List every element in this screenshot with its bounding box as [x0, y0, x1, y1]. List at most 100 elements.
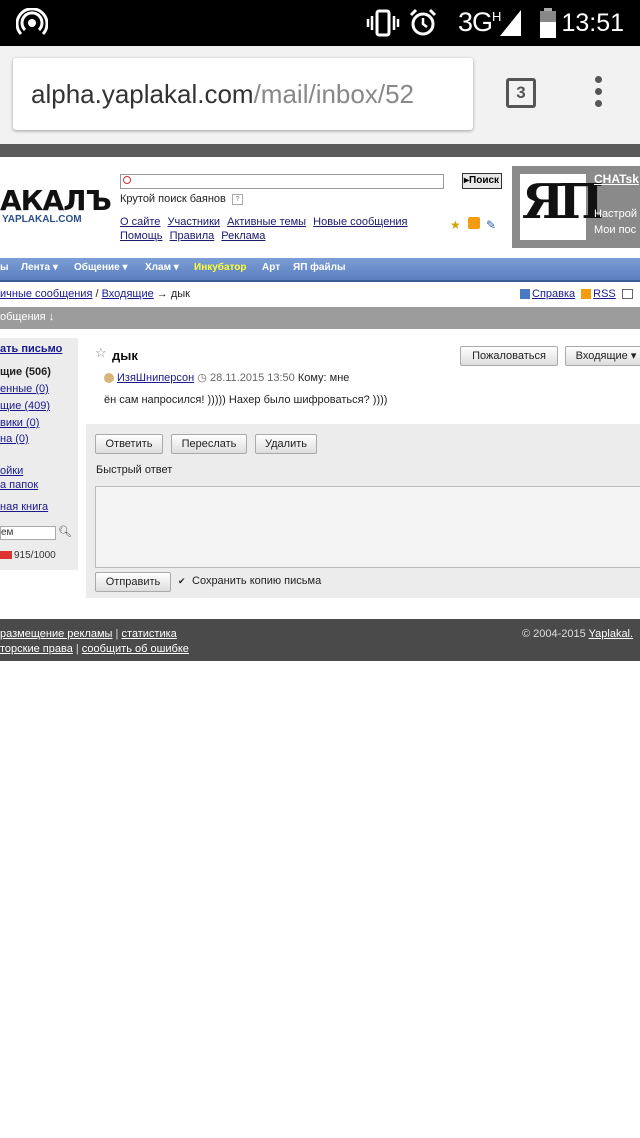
nav-item-files[interactable]: ЯП файлы	[293, 262, 346, 273]
footer-report-error-link[interactable]: сообщить об ошибке	[82, 643, 189, 655]
folder-inbox[interactable]: щие (506)	[0, 366, 51, 378]
network-type: 3GH	[458, 7, 501, 37]
user-profile-box: ЯП CHATsk Настрой Мои пос	[512, 166, 640, 248]
folder-select[interactable]: Входящие ▾	[565, 346, 640, 366]
link-rules[interactable]: Правила	[170, 230, 215, 242]
rss-link[interactable]: RSS	[593, 288, 616, 300]
help-icon[interactable]: ?	[231, 193, 243, 205]
rss-icon[interactable]	[468, 217, 480, 229]
message-body: ён сам напросился! ))))) Нахер было шифр…	[104, 394, 388, 406]
message-to: Кому: мне	[297, 372, 350, 384]
nav-item-community[interactable]: Общение ▾	[74, 262, 128, 273]
checkbox-checked-icon[interactable]: ✔	[178, 576, 188, 586]
search-tagline: Крутой поиск баянов?	[120, 193, 243, 205]
footer-site-link[interactable]: Yaplakal.	[589, 628, 633, 640]
alarm-icon	[409, 8, 437, 36]
breadcrumb: ичные сообщения / Входящие → дык	[0, 288, 190, 300]
url-host: alpha.yaplakal.com	[31, 79, 254, 109]
send-button[interactable]: Отправить	[95, 572, 171, 592]
author-link[interactable]: ИзяШниперсон	[117, 372, 194, 384]
tool-icons: ★ ✎	[450, 216, 504, 234]
address-book-link[interactable]: ная книга	[0, 501, 48, 513]
folder-sent[interactable]: щие (409)	[0, 400, 50, 412]
compose-link[interactable]: ать письмо	[0, 343, 62, 355]
footer-copyright-link[interactable]: торские права	[0, 643, 73, 655]
main-nav: ы Лента ▾ Общение ▾ Хлам ▾ Инкубатор Арт…	[0, 258, 640, 282]
help-page-icon	[520, 289, 530, 300]
clock-icon: ◷	[197, 372, 207, 384]
message-date: 28.11.2015 13:50	[209, 372, 295, 384]
status-bar: 3GH 13:51	[0, 0, 640, 46]
mailbox-quota: 915/1000	[0, 550, 56, 561]
breadcrumb-messages[interactable]: ичные сообщения	[0, 288, 92, 300]
menu-dots-icon[interactable]	[592, 76, 604, 112]
url-bar[interactable]: alpha.yaplakal.com/mail/inbox/52	[13, 58, 473, 130]
footer-ads-link[interactable]: размещение рекламы	[0, 628, 112, 640]
clock: 13:51	[561, 9, 624, 37]
search-icon[interactable]: 🔍︎	[58, 525, 72, 538]
browser-toolbar: alpha.yaplakal.com/mail/inbox/52 3	[0, 46, 640, 144]
folders-link[interactable]: а папок	[0, 479, 38, 491]
print-icon[interactable]	[621, 289, 633, 300]
forward-button[interactable]: Переслать	[171, 434, 247, 454]
delete-button[interactable]: Удалить	[255, 434, 317, 454]
search-icon	[123, 176, 131, 184]
quota-bar	[0, 551, 12, 560]
quick-reply-textarea[interactable]	[95, 486, 640, 568]
keep-copy-option[interactable]: ✔ Сохранить копию письма	[178, 575, 321, 587]
link-ads[interactable]: Реклама	[221, 230, 265, 242]
folder-drafts[interactable]: вики (0)	[0, 417, 39, 429]
site-logo-subtitle: YAPLAKAL.COM	[2, 214, 82, 225]
reply-button[interactable]: Ответить	[95, 434, 163, 454]
link-active-topics[interactable]: Активные темы	[227, 216, 306, 228]
mail-sidebar: ать письмо щие (506) енные (0) щие (409)…	[0, 338, 78, 570]
search-button[interactable]: ▸Поиск	[462, 173, 503, 189]
mail-search-input[interactable]: ем	[0, 526, 56, 540]
folder-trash[interactable]: на (0)	[0, 433, 29, 445]
help-rss-links: Справка RSS	[514, 288, 635, 300]
web-page: АКАЛЪ YAPLAKAL.COM ▸Поиск Крутой поиск б…	[0, 144, 640, 1138]
top-stripe	[0, 144, 640, 157]
nav-item-art[interactable]: Арт	[262, 262, 280, 273]
pencil-icon[interactable]: ✎	[486, 219, 498, 231]
link-new-messages[interactable]: Новые сообщения	[313, 216, 407, 228]
profile-settings-link[interactable]: Настрой	[594, 208, 637, 220]
avatar[interactable]: ЯП	[520, 174, 604, 240]
profile-posts-link[interactable]: Мои пос	[594, 224, 636, 236]
nav-item-feed[interactable]: Лента ▾	[21, 262, 58, 273]
user-icon	[104, 373, 114, 384]
message-view: ☆ дык Пожаловаться Входящие ▾ ИзяШниперс…	[86, 338, 640, 424]
help-link[interactable]: Справка	[532, 288, 575, 300]
folder-saved[interactable]: енные (0)	[0, 383, 49, 395]
nav-item-0[interactable]: ы	[0, 262, 9, 273]
pin-icon[interactable]: ★	[450, 219, 462, 231]
footer-stats-link[interactable]: статистика	[121, 628, 176, 640]
message-subject: дык	[112, 348, 138, 363]
settings-link[interactable]: ойки	[0, 465, 23, 477]
nav-item-incubator[interactable]: Инкубатор	[194, 262, 247, 273]
rss-feed-icon	[581, 289, 592, 300]
star-icon[interactable]: ☆	[95, 345, 107, 361]
top-links: О сайте Участники Активные темы Новые со…	[120, 215, 450, 243]
vibrate-icon	[366, 9, 400, 37]
link-about[interactable]: О сайте	[120, 216, 160, 228]
footer-copyright: © 2004-2015 Yaplakal.	[522, 628, 634, 640]
nav-item-junk[interactable]: Хлам ▾	[145, 262, 179, 273]
breadcrumb-inbox[interactable]: Входящие	[102, 288, 154, 300]
message-panel: ☆ дык Пожаловаться Входящие ▾ ИзяШниперс…	[86, 338, 640, 598]
site-search-input[interactable]	[120, 174, 444, 189]
report-button[interactable]: Пожаловаться	[460, 346, 558, 366]
tab-switcher-button[interactable]: 3	[506, 78, 536, 108]
signal-icon	[500, 10, 521, 36]
site-footer: размещение рекламы | статистика торские …	[0, 619, 640, 661]
url-path: /mail/inbox/52	[253, 79, 414, 109]
quick-reply-label: Быстрый ответ	[96, 464, 173, 476]
link-help[interactable]: Помощь	[120, 230, 163, 242]
message-meta: ИзяШниперсон ◷ 28.11.2015 13:50 Кому: мн…	[104, 371, 349, 384]
site-logo[interactable]: АКАЛЪ	[0, 184, 112, 217]
profile-name-link[interactable]: CHATsk	[594, 172, 639, 186]
link-members[interactable]: Участники	[167, 216, 220, 228]
battery-icon	[540, 8, 556, 38]
section-bar[interactable]: общения ↓	[0, 307, 640, 329]
hotspot-icon	[16, 8, 48, 36]
